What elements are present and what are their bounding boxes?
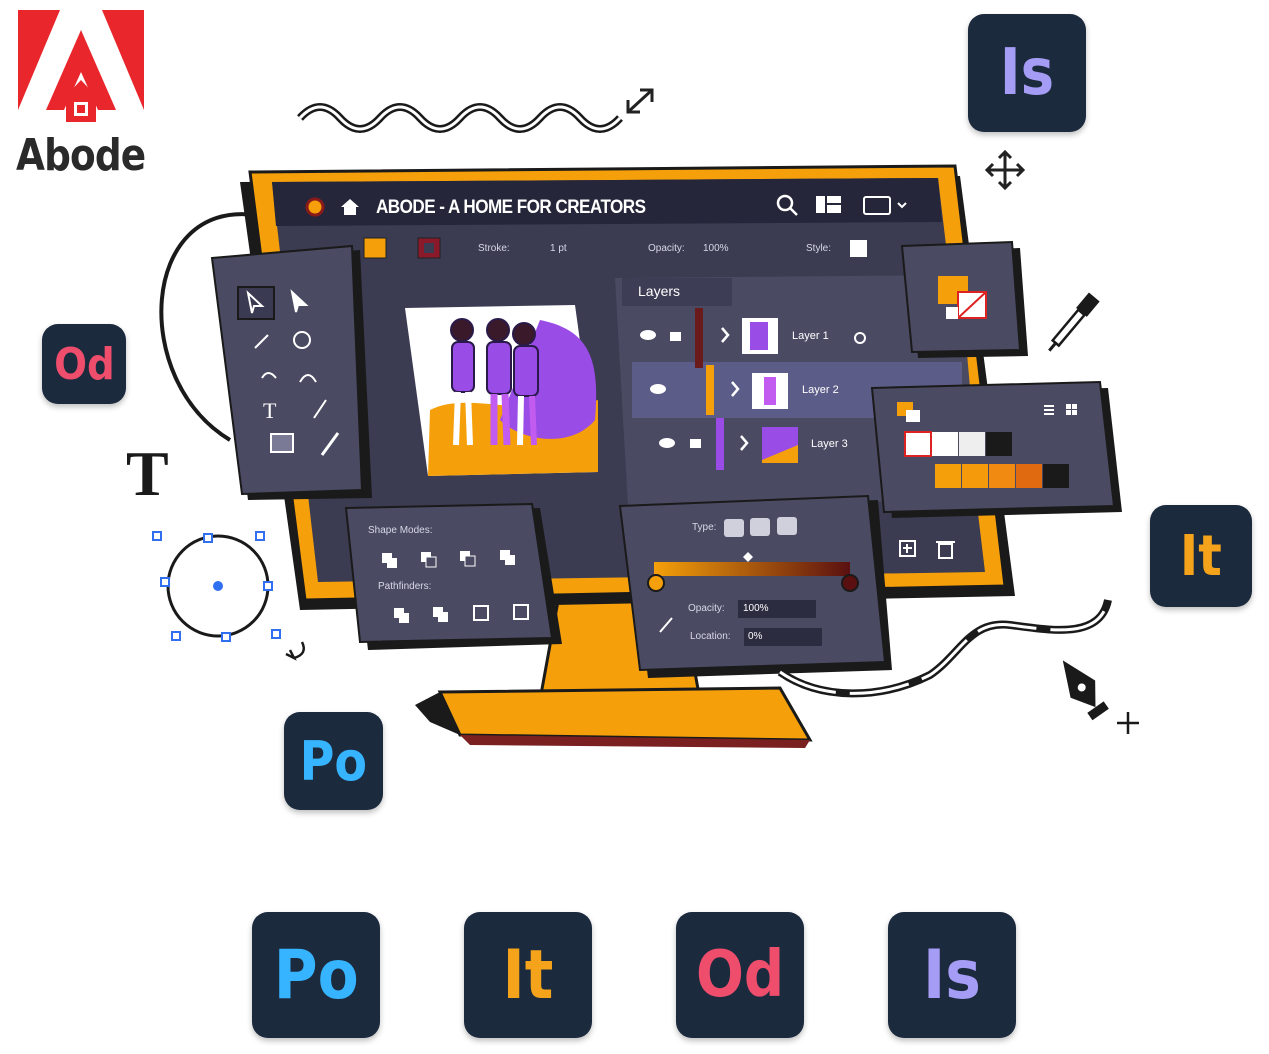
pen-tool-icon xyxy=(1062,660,1109,721)
list-view-icon xyxy=(1044,405,1054,415)
gradient-location-value[interactable]: 0% xyxy=(748,631,762,642)
move-icon xyxy=(984,149,1026,191)
it-app-label: It xyxy=(502,935,554,1015)
type-glyph-icon: T xyxy=(126,438,169,509)
style-label: Style: xyxy=(806,243,832,254)
is-app-label: Is xyxy=(923,935,981,1015)
od-app-tile[interactable]: Od xyxy=(676,912,804,1038)
window-title: ABODE - A HOME FOR CREATORS xyxy=(376,197,646,218)
stroke-value[interactable]: 1 pt xyxy=(550,243,567,254)
od-app-label: Od xyxy=(695,938,785,1012)
is-app-label: Is xyxy=(999,36,1055,110)
gradient-type-label: Type: xyxy=(692,522,717,533)
ellipse-selection-icon xyxy=(152,531,281,642)
fill-swatch xyxy=(363,237,387,259)
is-app-tile[interactable]: Is xyxy=(888,912,1016,1038)
gradient-stop-end xyxy=(841,574,859,592)
it-app-label: It xyxy=(1180,523,1222,589)
rotate-arrow-icon xyxy=(293,641,305,660)
illustration-stage: Abode T T ABODE - A HOME FOR CREATORS St… xyxy=(0,0,1269,1054)
opacity-label: Opacity: xyxy=(648,243,685,254)
layer-item-label[interactable]: Layer 2 xyxy=(802,384,839,396)
eyedropper-icon xyxy=(1048,292,1100,352)
it-app-tile[interactable]: It xyxy=(464,912,592,1038)
window-dot-icon xyxy=(305,197,325,217)
gradient-type-icons xyxy=(724,517,797,537)
shape-modes-label: Shape Modes: xyxy=(368,525,433,536)
od-app-label: Od xyxy=(53,338,115,390)
po-app-tile[interactable]: Po xyxy=(284,712,383,810)
style-swatch xyxy=(850,240,867,257)
od-app-tile[interactable]: Od xyxy=(42,324,126,404)
plus-icon xyxy=(1117,712,1139,734)
it-app-tile[interactable]: It xyxy=(1150,505,1252,607)
tools-panel xyxy=(210,244,364,496)
opacity-value[interactable]: 100% xyxy=(703,243,729,254)
stroke-label: Stroke: xyxy=(478,243,510,254)
gradient-opacity-value[interactable]: 100% xyxy=(743,603,769,614)
gradient-opacity-label: Opacity: xyxy=(688,603,725,614)
gradient-location-label: Location: xyxy=(690,631,731,642)
pathfinders-label: Pathfinders: xyxy=(378,581,432,592)
gradient-stop-start xyxy=(647,574,665,592)
po-app-label: Po xyxy=(273,935,359,1015)
layer-item-label[interactable]: Layer 3 xyxy=(811,438,848,450)
monitor-base xyxy=(437,686,813,742)
is-app-tile[interactable]: Is xyxy=(968,14,1086,132)
type-tool-icon: T xyxy=(263,398,277,423)
swatch-row-2 xyxy=(935,464,1069,488)
po-app-tile[interactable]: Po xyxy=(252,912,380,1038)
resize-arrow-icon xyxy=(626,88,654,114)
po-app-label: Po xyxy=(299,729,368,793)
desktop-illustration: T T xyxy=(126,88,1139,748)
layers-title: Layers xyxy=(638,283,681,299)
layer-item-label[interactable]: Layer 1 xyxy=(792,330,829,342)
gradient-slider xyxy=(654,562,850,576)
